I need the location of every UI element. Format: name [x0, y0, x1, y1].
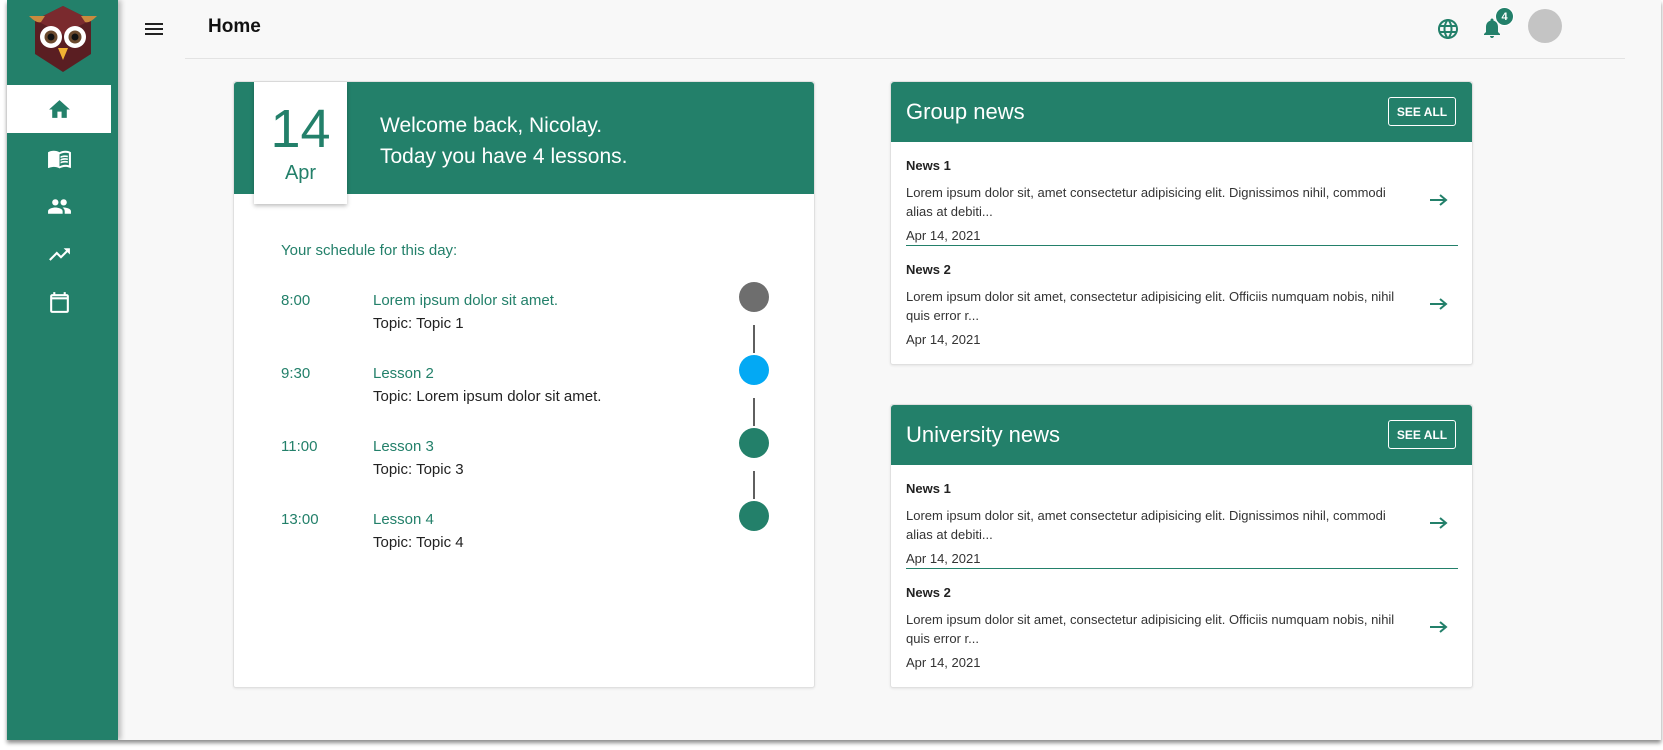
welcome-greeting: Welcome back, Nicolay. — [380, 114, 603, 137]
news-item-date: Apr 14, 2021 — [906, 655, 981, 670]
date-day: 14 — [270, 99, 331, 159]
schedule-banner: 14 Apr Welcome back, Nicolay. Today you … — [234, 82, 814, 204]
arrow-right-icon[interactable] — [1430, 516, 1448, 530]
book-icon — [47, 150, 71, 168]
lesson-topic: Topic: Topic 3 — [373, 461, 464, 478]
news-item-date: Apr 14, 2021 — [906, 228, 981, 243]
news-item[interactable]: News 2 Lorem ipsum dolor sit amet, conse… — [906, 246, 1458, 350]
welcome-message: Welcome back, Nicolay. Today you have 4 … — [380, 110, 628, 172]
news-item[interactable]: News 1 Lorem ipsum dolor sit, amet conse… — [906, 465, 1458, 569]
language-button[interactable] — [1434, 15, 1462, 43]
menu-button[interactable] — [140, 15, 168, 43]
top-bar: Home 4 — [118, 0, 1661, 58]
hamburger-menu-icon — [145, 23, 163, 35]
owl-logo — [27, 4, 99, 76]
university-news-card: University news SEE ALL News 1 Lorem ips… — [890, 404, 1473, 688]
lesson-item: 9:30 Lesson 2 Topic: Lorem ipsum dolor s… — [234, 355, 814, 425]
sidebar — [7, 0, 118, 740]
lesson-status-dot — [739, 282, 769, 312]
timeline-connector — [753, 471, 755, 499]
lesson-item: 11:00 Lesson 3 Topic: Topic 3 — [234, 428, 814, 498]
news-item-date: Apr 14, 2021 — [906, 551, 981, 566]
university-news-title: University news — [906, 422, 1061, 447]
schedule-card: 14 Apr Welcome back, Nicolay. Today you … — [233, 81, 815, 688]
timeline-connector — [753, 325, 755, 353]
lesson-time: 9:30 — [281, 365, 311, 382]
sidebar-item-courses[interactable] — [7, 134, 111, 182]
news-item[interactable]: News 2 Lorem ipsum dolor sit amet, conse… — [906, 569, 1458, 673]
group-news-header: Group news SEE ALL — [891, 82, 1472, 142]
header-divider — [185, 58, 1625, 59]
date-month: Apr — [284, 162, 317, 184]
calendar-icon — [49, 291, 69, 313]
lesson-time: 11:00 — [281, 438, 318, 455]
news-item-title: News 1 — [906, 158, 951, 173]
date-box: 14 Apr — [254, 82, 347, 204]
news-item-title: News 2 — [906, 262, 951, 277]
lesson-time: 8:00 — [281, 292, 311, 309]
lesson-title-link[interactable]: Lesson 3 — [373, 438, 434, 455]
lesson-status-dot — [739, 355, 769, 385]
news-item[interactable]: News 1 Lorem ipsum dolor sit, amet conse… — [906, 142, 1458, 246]
arrow-right-icon[interactable] — [1430, 297, 1448, 311]
timeline-connector — [753, 398, 755, 426]
news-item-title: News 1 — [906, 481, 951, 496]
lesson-title-link[interactable]: Lorem ipsum dolor sit amet. — [373, 292, 558, 309]
group-news-title: Group news — [906, 99, 1025, 124]
lesson-item: 8:00 Lorem ipsum dolor sit amet. Topic: … — [234, 282, 814, 352]
trending-up-icon — [48, 247, 70, 261]
news-item-excerpt: Lorem ipsum dolor sit amet, consectetur … — [906, 612, 1395, 646]
user-avatar[interactable] — [1528, 9, 1562, 43]
news-item-excerpt: Lorem ipsum dolor sit, amet consectetur … — [906, 508, 1386, 542]
lesson-time: 13:00 — [281, 511, 319, 528]
globe-icon — [1438, 19, 1458, 39]
sidebar-item-groups[interactable] — [7, 182, 111, 230]
group-news-see-all-button[interactable]: SEE ALL — [1388, 97, 1456, 126]
schedule-heading: Your schedule for this day: — [281, 242, 458, 259]
arrow-right-icon[interactable] — [1430, 193, 1448, 207]
lesson-topic: Topic: Lorem ipsum dolor sit amet. — [373, 388, 602, 405]
news-item-date: Apr 14, 2021 — [906, 332, 981, 347]
app-window: Home 4 14 Apr Welcome back, Nicolay. Tod… — [7, 0, 1661, 740]
sidebar-item-home[interactable] — [7, 85, 111, 133]
news-item-excerpt: Lorem ipsum dolor sit amet, consectetur … — [906, 289, 1395, 323]
sidebar-item-calendar[interactable] — [7, 278, 111, 326]
arrow-right-icon[interactable] — [1430, 620, 1448, 634]
lesson-item: 13:00 Lesson 4 Topic: Topic 4 — [234, 501, 814, 571]
news-item-title: News 2 — [906, 585, 951, 600]
university-news-header: University news SEE ALL — [891, 405, 1472, 465]
notification-count-badge: 4 — [1495, 7, 1514, 26]
page-title: Home — [208, 16, 261, 37]
lesson-title-link[interactable]: Lesson 2 — [373, 365, 434, 382]
sidebar-item-progress[interactable] — [7, 230, 111, 278]
lesson-topic: Topic: Topic 4 — [373, 534, 464, 551]
lesson-title-link[interactable]: Lesson 4 — [373, 511, 434, 528]
welcome-lesson-count: Today you have 4 lessons. — [380, 145, 628, 168]
university-news-see-all-button[interactable]: SEE ALL — [1388, 420, 1456, 449]
people-icon — [47, 198, 71, 214]
lesson-status-dot — [739, 501, 769, 531]
lesson-status-dot — [739, 428, 769, 458]
home-icon — [48, 99, 70, 118]
group-news-card: Group news SEE ALL News 1 Lorem ipsum do… — [890, 81, 1473, 365]
news-item-excerpt: Lorem ipsum dolor sit, amet consectetur … — [906, 185, 1386, 219]
lesson-topic: Topic: Topic 1 — [373, 315, 464, 332]
